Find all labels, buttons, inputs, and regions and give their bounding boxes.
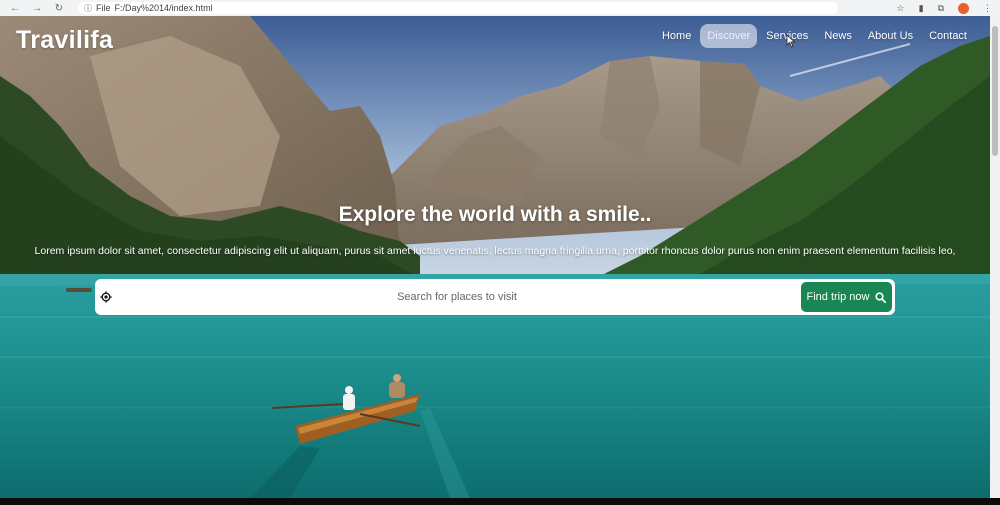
menu-kebab-icon[interactable]: ⋮: [983, 3, 992, 14]
scrollbar-thumb[interactable]: [992, 26, 998, 156]
forward-arrow-icon[interactable]: →: [30, 3, 44, 14]
nav-item-home[interactable]: Home: [655, 24, 698, 48]
search-input[interactable]: [113, 291, 801, 303]
main-nav: Home Discover Services News About Us Con…: [655, 24, 974, 48]
nav-item-contact[interactable]: Contact: [922, 24, 974, 48]
location-target-icon[interactable]: [99, 290, 113, 304]
nav-item-discover[interactable]: Discover: [700, 24, 758, 48]
search-icon: [875, 291, 887, 303]
hero-background-image: [0, 16, 990, 498]
mouse-cursor-icon: [786, 34, 796, 48]
reload-icon[interactable]: ↻: [52, 3, 66, 14]
info-icon[interactable]: ⓘ: [84, 3, 92, 14]
find-trip-label: Find trip now: [806, 291, 870, 303]
profile-avatar[interactable]: [958, 2, 969, 14]
star-icon[interactable]: ☆: [897, 3, 905, 14]
nav-item-news[interactable]: News: [817, 24, 859, 48]
puzzle-icon[interactable]: ⧉: [938, 3, 944, 14]
browser-chrome: ← → ↻ ⓘ File F:/Day%2014/index.html ☆ ▮ …: [0, 0, 1000, 16]
url-text: F:/Day%2014/index.html: [114, 3, 213, 13]
find-trip-button[interactable]: Find trip now: [801, 282, 892, 312]
bottom-strip: [0, 498, 1000, 505]
search-bar: Find trip now: [95, 279, 895, 315]
download-icon[interactable]: ▮: [919, 3, 924, 14]
brand-logo[interactable]: Travilifa: [16, 26, 113, 55]
url-prefix: File: [96, 3, 111, 13]
hero-section: Travilifa Home Discover Services News Ab…: [0, 16, 990, 498]
page-scrollbar[interactable]: [990, 16, 1000, 498]
hero-headline: Explore the world with a smile..: [338, 203, 652, 226]
nav-item-about-us[interactable]: About Us: [861, 24, 920, 48]
address-bar[interactable]: ⓘ File F:/Day%2014/index.html: [78, 2, 838, 14]
back-arrow-icon[interactable]: ←: [8, 3, 22, 14]
hero-subtext: Lorem ipsum dolor sit amet, consectetur …: [34, 245, 956, 257]
